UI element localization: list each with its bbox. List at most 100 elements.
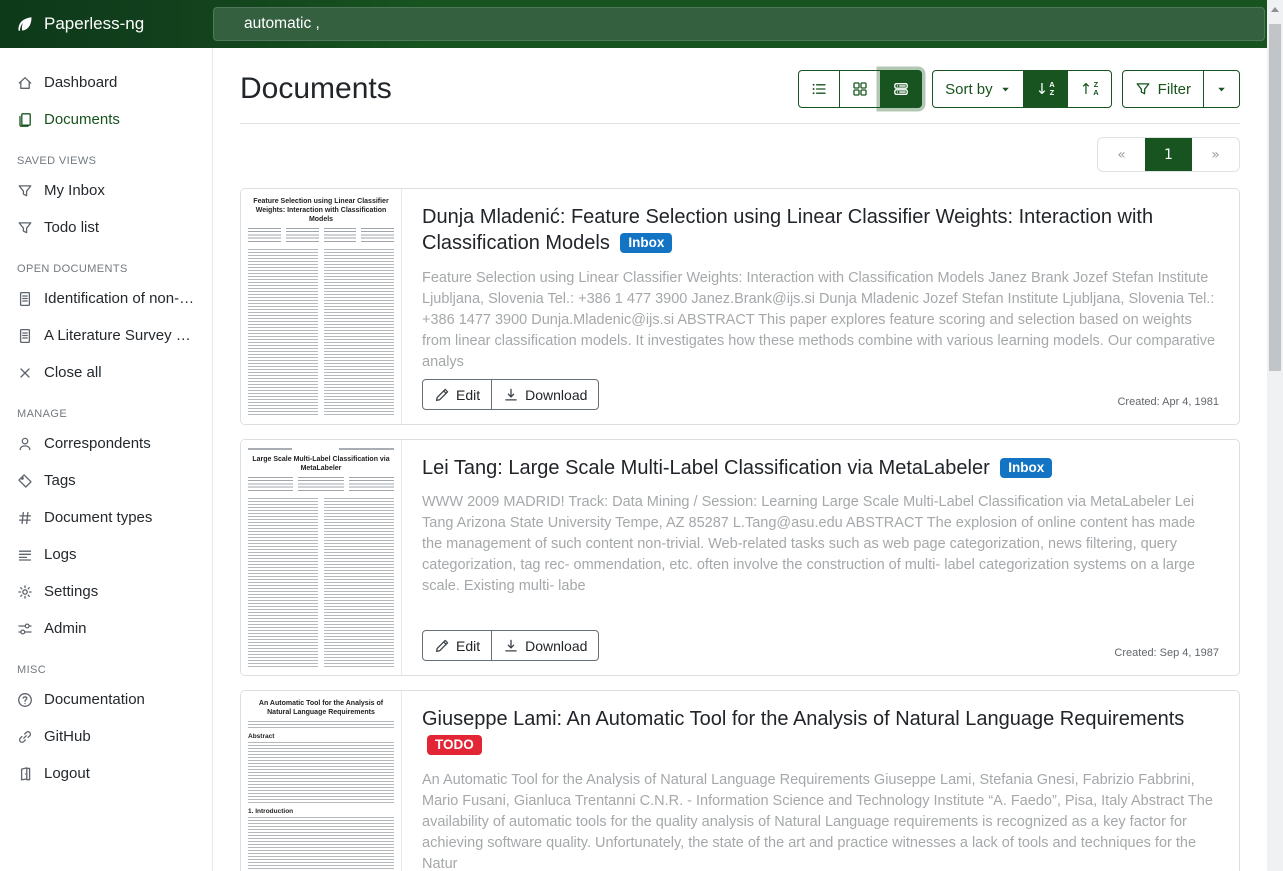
document-thumbnail[interactable]: An Automatic Tool for the Analysis of Na… [241,691,402,871]
tag-badge[interactable]: TODO [427,735,482,755]
document-thumbnail[interactable]: Large Scale Multi-Label Classification v… [241,440,402,675]
thumbnail-text-lines [248,721,394,729]
home-icon [17,75,33,91]
pagination-page-1[interactable]: 1 [1145,138,1192,171]
sidebar-section-misc: MISC [17,664,195,676]
person-icon [17,436,33,452]
sidebar-item-documents[interactable]: Documents [0,101,212,138]
document-title[interactable]: Lei Tang: Large Scale Multi-Label Classi… [422,455,1219,481]
document-card-content: Giuseppe Lami: An Automatic Tool for the… [402,691,1239,871]
tag-badge[interactable]: Inbox [620,233,672,253]
filter-icon [17,183,33,199]
pagination: « 1 » [1097,137,1240,172]
sidebar-item-documentation[interactable]: Documentation [0,681,212,718]
download-button[interactable]: Download [491,630,599,661]
thumbnail-title: Large Scale Multi-Label Classification v… [248,455,394,473]
thumbnail-text-lines [248,249,318,416]
sidebar-item-my-inbox[interactable]: My Inbox [0,172,212,209]
filter-label: Filter [1158,81,1191,98]
leaf-icon [15,15,34,34]
sort-by-button[interactable]: Sort by [932,70,1024,108]
created-date: Created: Apr 4, 1981 [1117,396,1219,410]
hash-icon [17,510,33,526]
sidebar-item-admin[interactable]: Admin [0,610,212,647]
thumbnail-text-lines [248,498,318,667]
thumbnail-section-heading: 1. Introduction [248,808,394,815]
download-icon [503,638,519,654]
filter-icon [17,220,33,236]
tag-icon [17,473,33,489]
toggles-icon [17,621,33,637]
sidebar-item-identification-of-non-fu[interactable]: Identification of non-fu... [0,280,212,317]
tag-badge[interactable]: Inbox [1000,458,1052,478]
download-label: Download [525,638,587,654]
sidebar-item-document-types[interactable]: Document types [0,499,212,536]
sidebar-item-label: Todo list [44,219,99,236]
document-list: Feature Selection using Linear Classifie… [240,188,1240,871]
filter-dropdown-button[interactable] [1203,70,1240,108]
sort-group: Sort by ↓AZ ↑ZA [932,70,1112,108]
thumbnail-text-lines [286,228,319,243]
sidebar-section-manage: MANAGE [17,408,195,420]
filter-button[interactable]: Filter [1122,70,1204,108]
view-list-button[interactable] [798,70,840,108]
sidebar-item-a-literature-survey-on[interactable]: A Literature Survey on ... [0,317,212,354]
thumbnail-text-lines [248,228,281,243]
thumbnail-title: An Automatic Tool for the Analysis of Na… [248,699,394,717]
sidebar-item-tags[interactable]: Tags [0,462,212,499]
thumbnail-text-lines [324,498,394,667]
documents-page: Documents Sort by ↓AZ ↑ZA [213,48,1267,871]
scrollbar-up-arrow-icon[interactable] [1271,7,1279,12]
document-title[interactable]: Giuseppe Lami: An Automatic Tool for the… [422,706,1219,759]
edit-label: Edit [456,387,480,403]
list-icon [811,81,827,97]
sidebar-item-github[interactable]: GitHub [0,718,212,755]
sidebar-item-close-all[interactable]: Close all [0,354,212,391]
thumbnail-title: Feature Selection using Linear Classifie… [248,197,394,224]
sidebar-item-logout[interactable]: Logout [0,755,212,792]
sidebar-item-correspondents[interactable]: Correspondents [0,425,212,462]
download-button[interactable]: Download [491,379,599,410]
funnel-icon [1135,81,1151,97]
caret-down-icon [1216,84,1227,95]
sort-alpha-down-icon: ↓AZ [1036,81,1055,97]
header-divider [240,123,1240,124]
file-text-icon [17,328,33,344]
scrollbar-thumb[interactable] [1269,24,1281,371]
documents-icon [17,112,33,128]
document-card: An Automatic Tool for the Analysis of Na… [240,690,1240,871]
brand[interactable]: Paperless-ng [0,14,213,34]
edit-button[interactable]: Edit [422,379,492,410]
view-details-button[interactable] [880,70,922,108]
sidebar-item-label: Documentation [44,691,145,708]
thumbnail-columns [248,498,394,667]
pencil-icon [434,638,450,654]
sort-descending-button[interactable]: ↓AZ [1023,70,1068,108]
pagination-prev[interactable]: « [1098,138,1145,171]
thumbnail-section-heading: Abstract [248,733,394,740]
document-snippet: WWW 2009 MADRID! Track: Data Mining / Se… [422,492,1219,597]
paperless-app: Paperless-ng DashboardDocumentsSAVED VIE… [0,0,1283,871]
search-input[interactable] [213,7,1265,41]
thumbnail-text-lines [324,249,394,416]
document-thumbnail[interactable]: Feature Selection using Linear Classifie… [241,189,402,424]
view-grid-button[interactable] [839,70,881,108]
top-navbar: Paperless-ng [0,0,1267,48]
edit-button[interactable]: Edit [422,630,492,661]
document-title[interactable]: Dunja Mladenić: Feature Selection using … [422,204,1219,257]
sort-alpha-up-icon: ↑ZA [1080,81,1099,97]
sidebar-item-dashboard[interactable]: Dashboard [0,64,212,101]
close-icon [17,365,33,381]
thumbnail-text-lines [248,742,394,804]
pagination-next[interactable]: » [1192,138,1239,171]
document-title-text: Dunja Mladenić: Feature Selection using … [422,206,1153,254]
document-card-content: Dunja Mladenić: Feature Selection using … [402,189,1239,424]
page-scrollbar[interactable] [1267,0,1283,871]
sidebar-item-todo-list[interactable]: Todo list [0,209,212,246]
sort-ascending-button[interactable]: ↑ZA [1067,70,1112,108]
sidebar-item-logs[interactable]: Logs [0,536,212,573]
search-bar [213,7,1267,41]
sidebar-item-settings[interactable]: Settings [0,573,212,610]
grid-icon [852,81,868,97]
sidebar-item-label: Document types [44,509,152,526]
